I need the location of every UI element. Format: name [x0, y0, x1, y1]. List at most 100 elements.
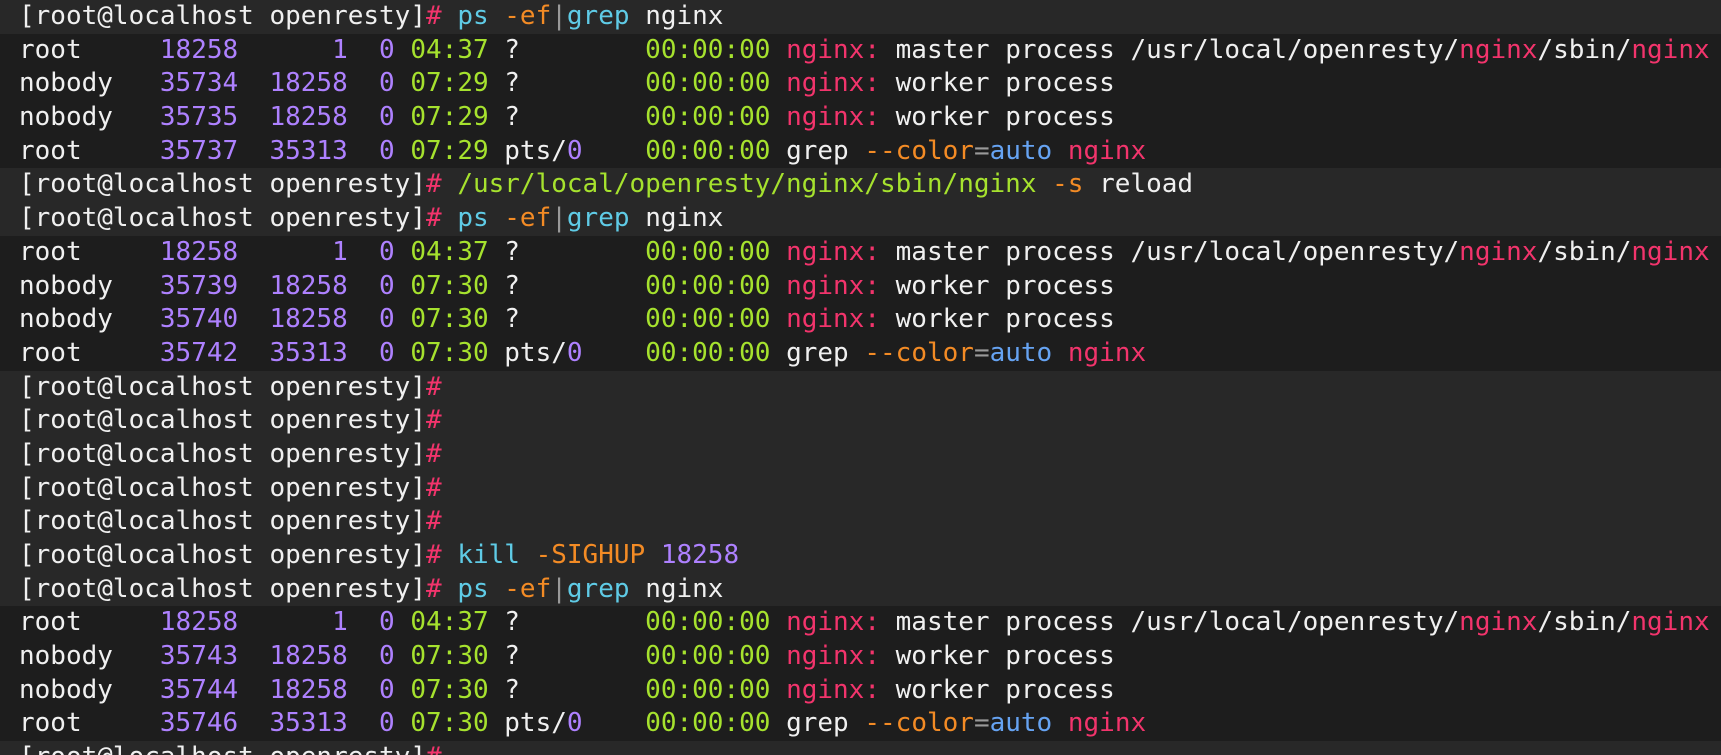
prompt-token: ps — [457, 1, 505, 31]
terminal-window[interactable]: [root@localhost openresty]# ps -ef|grep … — [0, 0, 1721, 755]
output-token: --color — [864, 708, 974, 739]
output-token: = — [973, 135, 990, 166]
prompt-token: [root@localhost openresty] — [19, 405, 426, 436]
prompt-token: nginx — [645, 1, 724, 31]
output-token: nginx: — [786, 102, 896, 133]
output-token: 35313 — [269, 708, 380, 739]
output-token: nobody — [19, 641, 160, 672]
output-token: 0 — [379, 607, 411, 638]
output-token: master process /usr/local/openresty/ — [895, 236, 1460, 267]
prompt-line: [root@localhost openresty]# ps -ef|grep … — [0, 572, 1721, 607]
output-token: 35737 — [159, 135, 270, 166]
prompt-line: [root@localhost openresty]# ps -ef|grep … — [0, 0, 1721, 34]
output-token: 35742 — [159, 337, 270, 368]
output-token: /sbin/ — [1537, 34, 1632, 65]
output-token: nobody — [19, 674, 160, 705]
output-line: root 18258 1 0 04:37 ? 00:00:00 nginx: m… — [0, 606, 1721, 641]
output-token: pts/ — [504, 135, 567, 166]
prompt-token: /usr/local/openresty/nginx/sbin/nginx — [457, 169, 1053, 200]
output-token: auto — [989, 135, 1068, 166]
prompt-line: [root@localhost openresty]# — [0, 370, 1721, 405]
output-line: root 35746 35313 0 07:30 pts/0 00:00:00 … — [0, 707, 1721, 742]
output-token: 18258 — [269, 641, 380, 672]
prompt-token: # — [426, 506, 442, 537]
prompt-token: # — [426, 371, 442, 402]
output-token: root — [19, 708, 160, 739]
output-token: 00:00:00 — [645, 674, 787, 705]
output-token: nobody — [19, 270, 160, 301]
output-token: ? — [504, 641, 646, 672]
output-token: 00:00:00 — [645, 102, 787, 133]
output-token: 18258 — [269, 68, 380, 99]
prompt-token: [root@localhost openresty] — [19, 1, 426, 31]
output-token: 07:30 — [410, 674, 505, 705]
output-token: 0 — [379, 304, 411, 335]
output-token: 0 — [379, 337, 411, 368]
output-token: 1 — [332, 34, 380, 65]
prompt-line: [root@localhost openresty]# — [0, 741, 1721, 755]
output-token: nginx — [1631, 236, 1710, 267]
output-line: nobody 35739 18258 0 07:30 ? 00:00:00 ng… — [0, 269, 1721, 304]
prompt-token: [root@localhost openresty] — [19, 506, 426, 537]
output-token: nginx — [1459, 607, 1538, 638]
prompt-token: [root@localhost openresty] — [19, 371, 426, 402]
output-token: nginx — [1067, 708, 1147, 739]
output-line: root 18258 1 0 04:37 ? 00:00:00 nginx: m… — [0, 33, 1721, 68]
output-token: nginx: — [786, 34, 896, 65]
output-token: nginx: — [786, 68, 896, 99]
output-token: 0 — [566, 708, 646, 739]
output-token: 00:00:00 — [645, 236, 787, 267]
output-token: worker process — [895, 304, 1115, 335]
output-token: 00:00:00 — [645, 337, 787, 368]
output-token: ? — [504, 270, 646, 301]
output-token: nobody — [19, 68, 160, 99]
prompt-token: # — [426, 438, 442, 469]
prompt-token: # — [426, 169, 458, 200]
output-token: ? — [504, 304, 646, 335]
output-token: nginx: — [786, 304, 896, 335]
output-token: ? — [504, 674, 646, 705]
output-token: 07:30 — [410, 304, 505, 335]
prompt-token: -ef — [504, 203, 552, 234]
prompt-token: # — [426, 540, 458, 570]
output-token: auto — [989, 337, 1068, 368]
output-token: 00:00:00 — [645, 641, 787, 672]
output-token: nginx — [1067, 135, 1147, 166]
output-token: grep — [786, 337, 865, 368]
output-token: root — [19, 607, 160, 638]
output-token: 35734 — [159, 68, 270, 99]
output-token: worker process — [895, 674, 1115, 705]
output-token: pts/ — [504, 708, 567, 739]
output-token: nginx — [1631, 34, 1710, 65]
output-line: nobody 35744 18258 0 07:30 ? 00:00:00 ng… — [0, 673, 1721, 708]
output-token: ? — [504, 236, 646, 267]
output-token: 00:00:00 — [645, 304, 787, 335]
output-token: = — [973, 337, 990, 368]
output-token: nginx: — [786, 270, 896, 301]
prompt-token: ps — [457, 573, 505, 604]
prompt-line: [root@localhost openresty]# — [0, 505, 1721, 539]
prompt-line: [root@localhost openresty]# kill -SIGHUP… — [0, 539, 1721, 573]
output-token: 07:29 — [410, 68, 505, 99]
output-token: 0 — [379, 641, 411, 672]
output-token: = — [973, 708, 990, 739]
output-token: 35735 — [159, 102, 270, 133]
prompt-token: grep — [566, 1, 646, 31]
output-token: 18258 — [159, 236, 333, 267]
output-token: 18258 — [159, 34, 333, 65]
output-token: ? — [504, 34, 646, 65]
output-line: root 35742 35313 0 07:30 pts/0 00:00:00 … — [0, 336, 1721, 371]
output-token: grep — [786, 135, 865, 166]
output-token: worker process — [895, 68, 1115, 99]
output-token: 18258 — [269, 270, 380, 301]
prompt-token: [root@localhost openresty] — [19, 472, 426, 503]
output-token: nginx: — [786, 236, 896, 267]
output-token: 07:30 — [410, 641, 505, 672]
output-line: root 35737 35313 0 07:29 pts/0 00:00:00 … — [0, 134, 1721, 169]
output-line: root 18258 1 0 04:37 ? 00:00:00 nginx: m… — [0, 235, 1721, 270]
output-token: 0 — [379, 102, 411, 133]
output-token: 00:00:00 — [645, 68, 787, 99]
output-line: nobody 35743 18258 0 07:30 ? 00:00:00 ng… — [0, 640, 1721, 674]
prompt-token: nginx — [645, 573, 724, 604]
output-token: --color — [864, 337, 974, 368]
